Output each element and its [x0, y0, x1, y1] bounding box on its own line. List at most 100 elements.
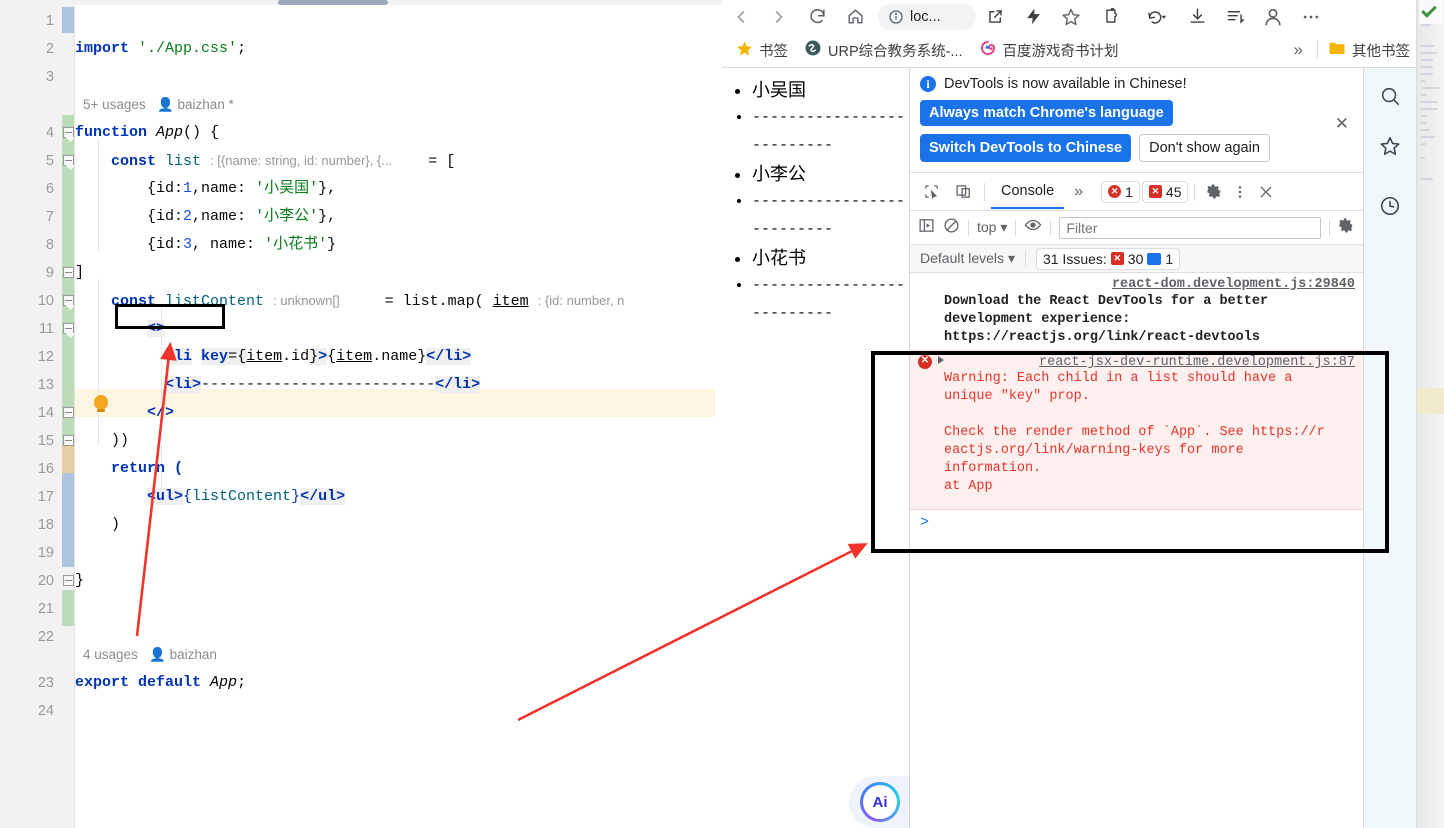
line-number: 15 — [37, 433, 54, 449]
keyword-export-default: export default — [75, 674, 202, 691]
line-number: 21 — [37, 601, 54, 617]
execution-context-selector[interactable]: top ▾ — [977, 219, 1007, 236]
semicolon: ; — [237, 40, 247, 57]
code-fold-marker[interactable] — [63, 323, 74, 334]
issues-summary-badge[interactable]: 31 Issues: ✕ 30 1 — [1035, 247, 1181, 270]
code-fold-marker[interactable] — [63, 127, 74, 138]
close-icon[interactable]: ✕ — [1335, 114, 1349, 134]
line-number: 18 — [37, 517, 54, 533]
minimap-line — [1421, 122, 1426, 124]
line-number: 9 — [45, 265, 54, 281]
bookmarks-overflow-button[interactable]: » — [1284, 40, 1313, 60]
other-bookmarks-button[interactable]: 其他书签 — [1322, 37, 1416, 64]
list-map-call: = list.map( — [384, 293, 484, 310]
clock-icon[interactable] — [1374, 190, 1406, 222]
three-dots-menu-icon[interactable] — [1292, 2, 1330, 32]
console-message-react-devtools[interactable]: react-dom.development.js:29840 Download … — [910, 273, 1363, 350]
close-bracket: ] — [75, 264, 85, 281]
issue-count: 45 — [1165, 183, 1182, 200]
puzzle-icon[interactable] — [1090, 2, 1134, 32]
minimap-line — [1421, 108, 1438, 110]
close-devtools-icon[interactable] — [1253, 179, 1279, 205]
code-fold-marker[interactable] — [63, 575, 74, 586]
other-bookmarks-label: 其他书签 — [1352, 43, 1410, 60]
message-source-link[interactable]: react-dom.development.js:29840 — [1112, 276, 1355, 294]
home-icon[interactable] — [836, 2, 874, 32]
usages-inlay-export[interactable]: 4 usages 👤 baizhan — [83, 641, 217, 669]
tab-console[interactable]: Console — [991, 174, 1065, 209]
bookmark-item-1[interactable]: URP综合教务系统-... — [798, 36, 969, 64]
console-filter-row: top ▾ — [910, 211, 1363, 245]
default-levels-dropdown[interactable]: Default levels ▾ — [920, 250, 1015, 267]
code-line-23: export default App; — [75, 669, 716, 697]
editor-line-number-gutter: 1 2 3 4 5 6 7 8 9 10 11 12 13 14 15 16 17 18 19 20 21 22 23 24 — [0, 5, 62, 828]
minimap-line — [1421, 101, 1438, 103]
devtools-language-banner: i DevTools is now available in Chinese! … — [910, 68, 1363, 173]
ai-assistant-button[interactable]: Ai — [849, 776, 909, 828]
code-fold-marker[interactable] — [63, 407, 74, 418]
usages-inlay-app[interactable]: 5+ usages 👤 baizhan * — [83, 91, 234, 119]
minimap-code-preview — [1420, 24, 1442, 524]
history-arrow-icon[interactable] — [1134, 2, 1178, 32]
bookmark-item-2[interactable]: 百度游戏奇书计划 — [973, 36, 1125, 64]
info-circle-icon — [889, 9, 903, 24]
intention-bulb-icon[interactable] — [94, 395, 108, 412]
star-icon[interactable] — [1052, 2, 1090, 32]
code-line-15: )) — [75, 427, 716, 455]
console-sidebar-icon[interactable] — [918, 217, 935, 239]
dont-show-again-button[interactable]: Don't show again — [1139, 134, 1270, 162]
line-number: 12 — [37, 349, 54, 365]
banner-title-row: i DevTools is now available in Chinese! — [920, 76, 1353, 92]
forward-arrow-icon[interactable] — [760, 2, 798, 32]
console-filter-input[interactable] — [1059, 216, 1321, 239]
error-count-badge[interactable]: ✕ 1 — [1101, 180, 1140, 203]
code-fold-marker[interactable] — [63, 295, 74, 306]
code-fold-marker[interactable] — [63, 155, 74, 166]
switch-devtools-language-button[interactable]: Switch DevTools to Chinese — [920, 134, 1132, 162]
address-bar[interactable]: loc... — [878, 3, 976, 30]
line-number: 13 — [37, 377, 54, 393]
list-item: 小李公 — [752, 160, 909, 188]
editor-fold-column[interactable] — [62, 5, 74, 828]
issue-count-badge[interactable]: ✕ 45 — [1141, 180, 1189, 203]
code-fold-marker[interactable] — [63, 435, 74, 446]
more-tabs-button[interactable]: » — [1066, 183, 1091, 201]
editor-code-area[interactable]: import './App.css'; 5+ usages 👤 baizhan … — [74, 5, 716, 828]
star-icon[interactable] — [1374, 130, 1406, 162]
ide-minimap-strip — [1416, 0, 1444, 828]
code-fold-marker[interactable] — [63, 267, 74, 278]
keyword-return: return ( — [111, 460, 184, 477]
ide-right-scroll-strip[interactable] — [1416, 0, 1444, 828]
ai-gradient-ring-icon: Ai — [860, 782, 900, 822]
ide-editor-window: 1 2 3 4 5 6 7 8 9 10 11 12 13 14 15 16 17 18 19 20 21 22 23 24 … — [0, 0, 722, 828]
execution-context-label: top — [977, 219, 997, 235]
device-toolbar-icon[interactable] — [948, 178, 978, 206]
code-line-20: } — [75, 567, 716, 595]
line-number: 1 — [45, 13, 54, 29]
gear-icon[interactable] — [1201, 179, 1227, 205]
minimap-line — [1421, 52, 1437, 54]
line-number: 16 — [37, 461, 54, 477]
reading-list-icon[interactable] — [1216, 2, 1254, 32]
code-line-9: ] — [75, 259, 716, 287]
always-match-language-button[interactable]: Always match Chrome's language — [920, 100, 1173, 126]
search-icon[interactable] — [1374, 80, 1406, 112]
share-icon[interactable] — [976, 2, 1014, 32]
reload-icon[interactable] — [798, 2, 836, 32]
issues-error-count: 30 — [1127, 250, 1144, 267]
console-settings-gear-icon[interactable] — [1338, 217, 1355, 239]
rendered-name-list: 小吴国 -------------------------- 小李公 -----… — [722, 68, 909, 328]
ai-button-label: Ai — [863, 785, 897, 819]
vertical-dots-icon[interactable] — [1229, 179, 1251, 205]
profile-avatar-icon[interactable] — [1254, 2, 1292, 32]
clear-console-icon[interactable] — [943, 217, 960, 239]
bookmark-item-0[interactable]: 书签 — [730, 37, 794, 64]
download-icon[interactable] — [1178, 2, 1216, 32]
back-arrow-icon[interactable] — [722, 2, 760, 32]
lightning-icon[interactable] — [1014, 2, 1052, 32]
bookmark-label-0: 书签 — [759, 43, 788, 60]
code-line-6: {id:1,name: '小吴国'}, — [147, 180, 337, 197]
inspect-element-icon[interactable] — [916, 178, 946, 206]
line-number: 3 — [45, 69, 54, 85]
live-expression-icon[interactable] — [1024, 216, 1042, 239]
